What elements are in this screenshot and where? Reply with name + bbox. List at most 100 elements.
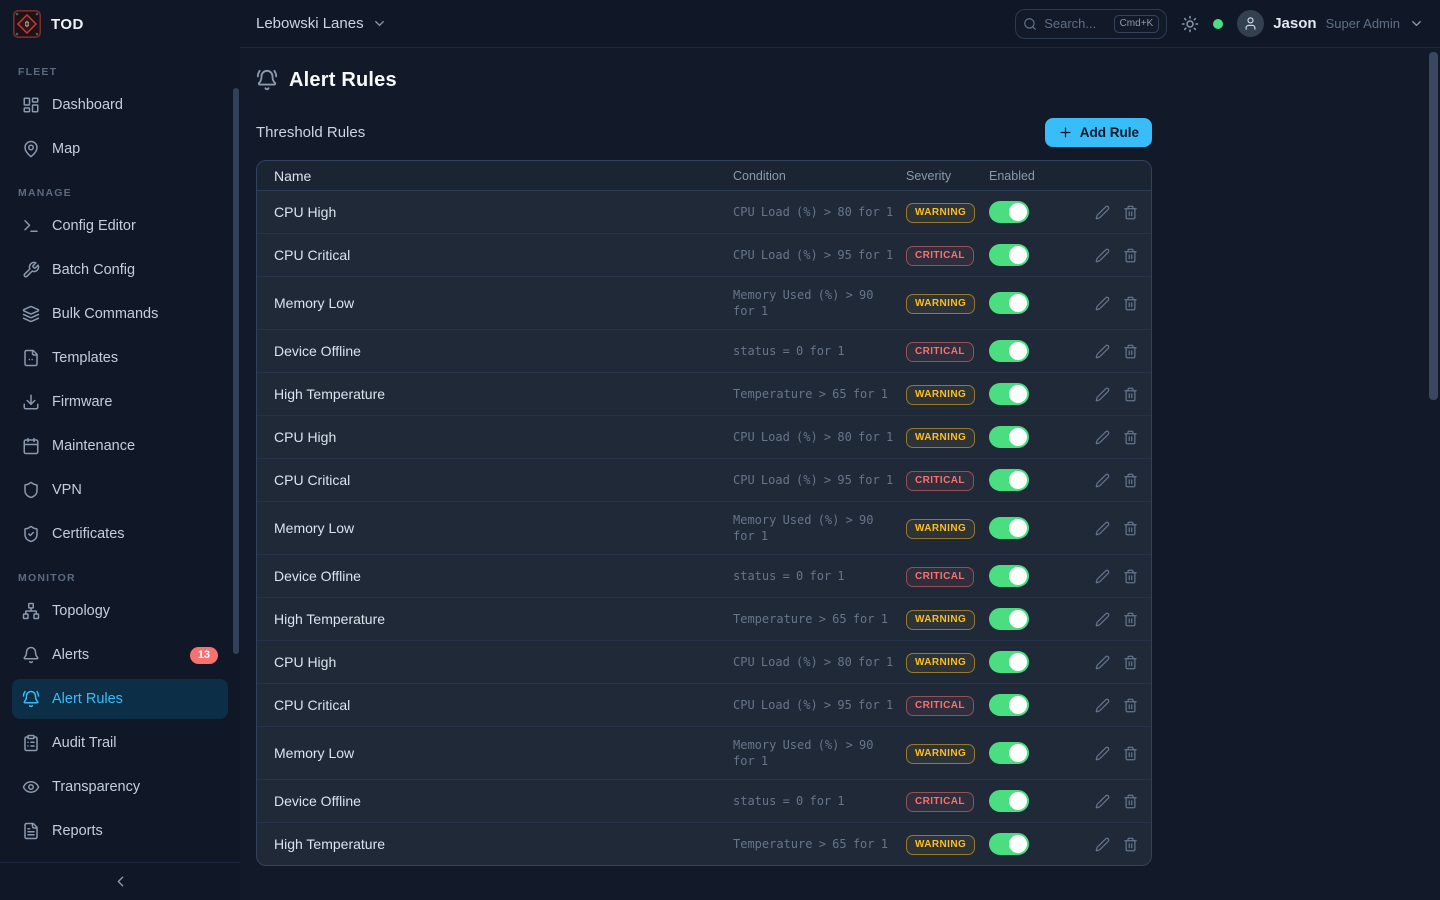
delete-rule-button[interactable] xyxy=(1123,746,1138,761)
sidebar-item-label: Bulk Commands xyxy=(52,306,158,322)
sidebar-item-alerts[interactable]: Alerts13 xyxy=(12,635,228,675)
topbar: Lebowski Lanes Search... Cmd+K Jason Sup… xyxy=(240,0,1440,48)
toggle-knob xyxy=(1009,203,1027,221)
sidebar-section-label: FLEET xyxy=(18,66,228,78)
delete-rule-button[interactable] xyxy=(1123,794,1138,809)
delete-rule-button[interactable] xyxy=(1123,612,1138,627)
sidebar-item-dashboard[interactable]: Dashboard xyxy=(12,85,228,125)
sidebar-item-maintenance[interactable]: Maintenance xyxy=(12,426,228,466)
edit-rule-button[interactable] xyxy=(1095,655,1110,670)
table-row: CPU CriticalCPU Load (%) > 95 for 1CRITI… xyxy=(257,233,1151,276)
edit-rule-button[interactable] xyxy=(1095,248,1110,263)
sidebar-item-topology[interactable]: Topology xyxy=(12,591,228,631)
severity-badge: CRITICAL xyxy=(906,567,974,587)
sidebar-scrollbar[interactable] xyxy=(233,88,239,654)
sidebar-item-transparency[interactable]: Transparency xyxy=(12,767,228,807)
enabled-toggle[interactable] xyxy=(989,469,1029,491)
delete-rule-button[interactable] xyxy=(1123,248,1138,263)
page-title: Alert Rules xyxy=(289,69,397,92)
table-row: CPU HighCPU Load (%) > 80 for 1WARNING xyxy=(257,415,1151,458)
enabled-toggle[interactable] xyxy=(989,694,1029,716)
severity-badge: CRITICAL xyxy=(906,246,974,266)
enabled-toggle[interactable] xyxy=(989,517,1029,539)
sidebar-item-templates[interactable]: Templates xyxy=(12,338,228,378)
main-scrollbar[interactable] xyxy=(1429,52,1438,400)
toggle-knob xyxy=(1009,342,1027,360)
enabled-toggle[interactable] xyxy=(989,742,1029,764)
org-switcher[interactable]: Lebowski Lanes xyxy=(256,15,387,32)
table-row: Memory LowMemory Used (%) > 90 for 1WARN… xyxy=(257,501,1151,554)
enabled-toggle[interactable] xyxy=(989,790,1029,812)
app-name: TOD xyxy=(51,16,84,33)
delete-rule-button[interactable] xyxy=(1123,521,1138,536)
rule-name: CPU High xyxy=(257,204,733,220)
delete-rule-button[interactable] xyxy=(1123,569,1138,584)
sidebar-item-config-editor[interactable]: Config Editor xyxy=(12,206,228,246)
sidebar-item-firmware[interactable]: Firmware xyxy=(12,382,228,422)
delete-rule-button[interactable] xyxy=(1123,344,1138,359)
edit-rule-button[interactable] xyxy=(1095,521,1110,536)
edit-rule-button[interactable] xyxy=(1095,746,1110,761)
sidebar-section-label: MONITOR xyxy=(18,572,228,584)
delete-rule-button[interactable] xyxy=(1123,698,1138,713)
sidebar-item-certificates[interactable]: Certificates xyxy=(12,514,228,554)
edit-rule-button[interactable] xyxy=(1095,296,1110,311)
sidebar-item-vpn[interactable]: VPN xyxy=(12,470,228,510)
enabled-toggle[interactable] xyxy=(989,833,1029,855)
edit-rule-button[interactable] xyxy=(1095,344,1110,359)
edit-rule-button[interactable] xyxy=(1095,698,1110,713)
rule-condition: Memory Used (%) > 90 for 1 xyxy=(733,512,895,544)
enabled-toggle[interactable] xyxy=(989,426,1029,448)
search-input[interactable]: Search... Cmd+K xyxy=(1015,9,1167,39)
severity-badge: WARNING xyxy=(906,653,975,673)
sidebar-item-reports[interactable]: Reports xyxy=(12,811,228,851)
sidebar-item-batch-config[interactable]: Batch Config xyxy=(12,250,228,290)
edit-rule-button[interactable] xyxy=(1095,612,1110,627)
edit-rule-button[interactable] xyxy=(1095,794,1110,809)
delete-rule-button[interactable] xyxy=(1123,655,1138,670)
delete-rule-button[interactable] xyxy=(1123,430,1138,445)
delete-rule-button[interactable] xyxy=(1123,473,1138,488)
severity-badge: WARNING xyxy=(906,428,975,448)
enabled-toggle[interactable] xyxy=(989,565,1029,587)
rule-name: Device Offline xyxy=(257,343,733,359)
edit-rule-button[interactable] xyxy=(1095,569,1110,584)
rule-condition: Memory Used (%) > 90 for 1 xyxy=(733,737,895,769)
theme-toggle-sun-icon[interactable] xyxy=(1181,15,1199,33)
user-name: Jason xyxy=(1273,15,1316,32)
enabled-toggle[interactable] xyxy=(989,244,1029,266)
rule-name: High Temperature xyxy=(257,611,733,627)
sidebar-item-bulk-commands[interactable]: Bulk Commands xyxy=(12,294,228,334)
user-menu[interactable]: Jason Super Admin xyxy=(1237,10,1424,37)
add-rule-button[interactable]: Add Rule xyxy=(1045,118,1152,147)
severity-badge: CRITICAL xyxy=(906,342,974,362)
severity-badge: CRITICAL xyxy=(906,792,974,812)
sidebar-item-audit-trail[interactable]: Audit Trail xyxy=(12,723,228,763)
sidebar-item-alert-rules[interactable]: Alert Rules xyxy=(12,679,228,719)
sidebar-item-map[interactable]: Map xyxy=(12,129,228,169)
edit-rule-button[interactable] xyxy=(1095,387,1110,402)
edit-rule-button[interactable] xyxy=(1095,837,1110,852)
bell-ring-icon xyxy=(22,690,40,708)
enabled-toggle[interactable] xyxy=(989,608,1029,630)
delete-rule-button[interactable] xyxy=(1123,205,1138,220)
edit-rule-button[interactable] xyxy=(1095,430,1110,445)
enabled-toggle[interactable] xyxy=(989,383,1029,405)
enabled-toggle[interactable] xyxy=(989,201,1029,223)
edit-rule-button[interactable] xyxy=(1095,473,1110,488)
delete-rule-button[interactable] xyxy=(1123,296,1138,311)
delete-rule-button[interactable] xyxy=(1123,387,1138,402)
column-header-name: Name xyxy=(257,168,733,184)
rule-name: Memory Low xyxy=(257,520,733,536)
rule-name: High Temperature xyxy=(257,836,733,852)
enabled-toggle[interactable] xyxy=(989,651,1029,673)
table-row: Device Offlinestatus = 0 for 1CRITICAL xyxy=(257,554,1151,597)
sidebar-collapse-button[interactable] xyxy=(0,862,240,900)
delete-rule-button[interactable] xyxy=(1123,837,1138,852)
sidebar-item-label: Templates xyxy=(52,350,118,366)
edit-rule-button[interactable] xyxy=(1095,205,1110,220)
enabled-toggle[interactable] xyxy=(989,340,1029,362)
sidebar-item-label: Certificates xyxy=(52,526,125,542)
section-title: Threshold Rules xyxy=(256,124,365,141)
enabled-toggle[interactable] xyxy=(989,292,1029,314)
